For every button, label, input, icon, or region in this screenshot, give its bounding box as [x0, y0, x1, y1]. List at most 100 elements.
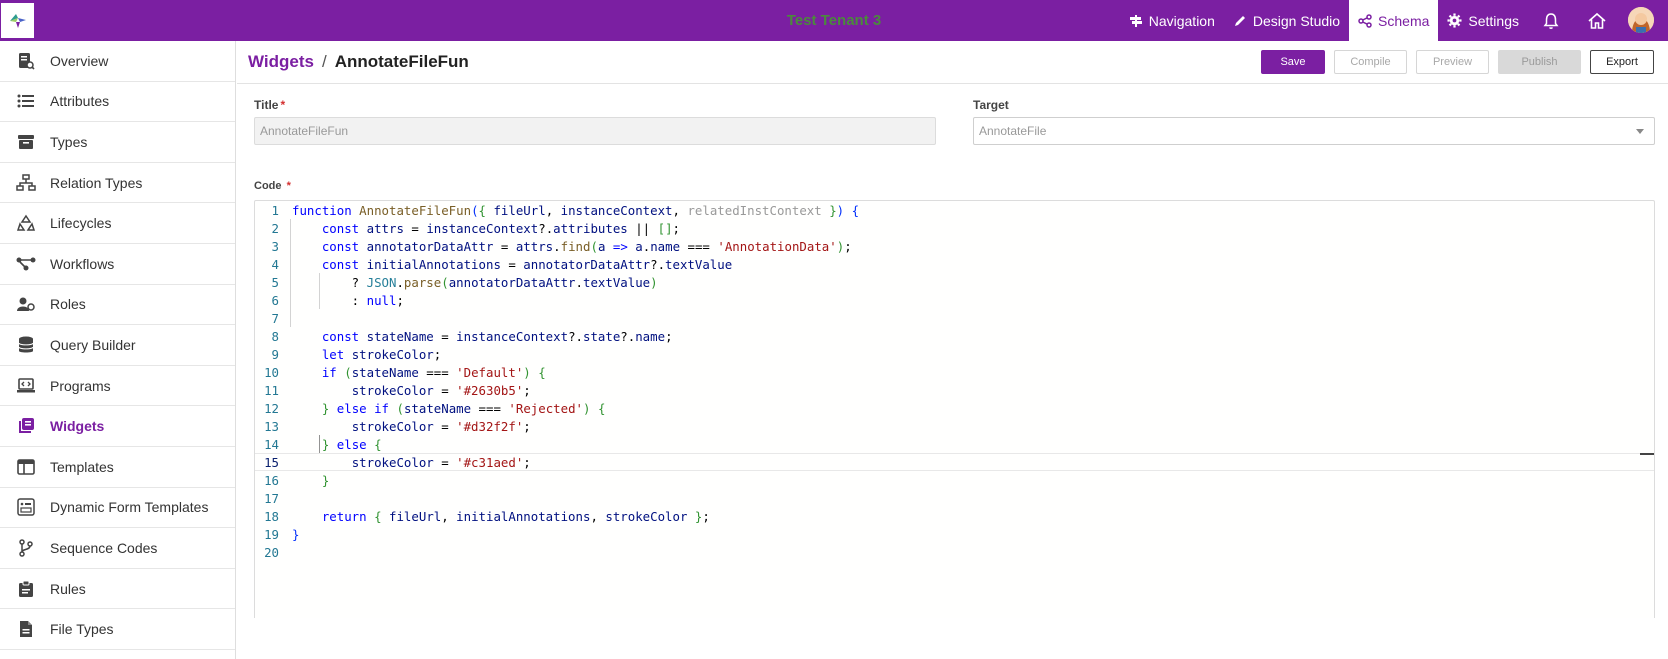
code-line: 4 const initialAnnotations = annotatorDa… — [271, 257, 733, 272]
overview-ruler-cursor — [1640, 453, 1654, 455]
code-line: 16 } — [264, 473, 330, 488]
target-label: Target — [973, 98, 1009, 112]
sidebar-item-dynamic-form-templates[interactable]: Dynamic Form Templates — [0, 488, 235, 529]
sidebar-item-templates[interactable]: Templates — [0, 447, 235, 488]
code-line: 17 — [264, 491, 279, 506]
file-icon — [16, 619, 36, 639]
page-header: Widgets / AnnotateFileFun Save Compile P… — [237, 41, 1668, 84]
sidebar-item-roles[interactable]: Roles — [0, 285, 235, 326]
code-editor[interactable]: 1 function AnnotateFileFun({ fileUrl, ins… — [254, 200, 1655, 618]
nav-schema-label: Schema — [1378, 12, 1430, 29]
nav-navigation-button[interactable]: Navigation — [1120, 0, 1224, 41]
sidebar-item-attributes[interactable]: Attributes — [0, 82, 235, 123]
home-icon — [1588, 12, 1606, 29]
sidebar-item-label: Relation Types — [50, 174, 143, 191]
signpost-icon — [1129, 14, 1142, 27]
compile-button[interactable]: Compile — [1334, 50, 1407, 74]
flow-icon — [16, 254, 36, 274]
code-line: 7 — [271, 311, 279, 326]
sidebar-item-label: Dynamic Form Templates — [50, 499, 209, 516]
code-line: 20 — [264, 545, 279, 560]
code-label: Code * — [254, 180, 291, 192]
code-line: 2 const attrs = instanceContext?.attribu… — [271, 221, 680, 236]
bell-icon — [1543, 12, 1559, 29]
target-select[interactable]: AnnotateFile — [973, 117, 1655, 145]
app-logo[interactable] — [1, 3, 34, 38]
chevron-down-icon[interactable] — [1636, 129, 1644, 134]
sidebar-item-widgets[interactable]: Widgets — [0, 406, 235, 447]
title-label-text: Title — [254, 98, 279, 112]
publish-button[interactable]: Publish — [1498, 50, 1581, 74]
preview-button[interactable]: Preview — [1416, 50, 1489, 74]
sidebar-item-workflows[interactable]: Workflows — [0, 244, 235, 285]
sidebar-item-types[interactable]: Types — [0, 122, 235, 163]
sidebar-item-overview[interactable]: Overview — [0, 41, 235, 82]
sidebar-item-label: File Types — [50, 621, 114, 638]
sidebar-item-label: Roles — [50, 296, 86, 313]
top-bar: Test Tenant 3 Navigation Design Studio S… — [0, 0, 1668, 41]
nav-settings-label: Settings — [1468, 12, 1519, 29]
sidebar-item-lifecycles[interactable]: Lifecycles — [0, 203, 235, 244]
sidebar-item-label: Types — [50, 133, 88, 150]
breadcrumb-separator: / — [321, 52, 327, 71]
sidebar-item-rules[interactable]: Rules — [0, 569, 235, 610]
nav-design-studio-button[interactable]: Design Studio — [1224, 0, 1349, 41]
sidebar-item-label: Overview — [50, 52, 109, 69]
sidebar-item-query-builder[interactable]: Query Builder — [0, 325, 235, 366]
code-line: 3 const annotatorDataAttr = attrs.find(a… — [271, 239, 852, 254]
notifications-button[interactable] — [1528, 0, 1574, 41]
header-actions: Save Compile Preview Publish Export — [1261, 50, 1654, 74]
sidebar: Overview Attributes Types Relation Types… — [0, 41, 236, 659]
required-mark: * — [280, 98, 286, 112]
form-icon — [16, 497, 36, 517]
sidebar-item-sequence-codes[interactable]: Sequence Codes — [0, 528, 235, 569]
sidebar-item-programs[interactable]: Programs — [0, 366, 235, 407]
code-line: 19} — [264, 527, 300, 542]
save-button[interactable]: Save — [1261, 50, 1325, 74]
target-value: AnnotateFile — [979, 124, 1047, 138]
sidebar-item-label: Lifecycles — [50, 215, 112, 232]
code-line: 14 } else { — [264, 437, 382, 452]
share-icon — [1358, 13, 1372, 28]
sidebar-item-label: Rules — [50, 580, 86, 597]
box-icon — [16, 132, 36, 152]
page-title: AnnotateFileFun — [334, 52, 469, 71]
pen-icon — [1234, 15, 1245, 26]
code-line: 12 } else if (stateName === 'Rejected') … — [264, 401, 606, 416]
nav-schema-button[interactable]: Schema — [1349, 0, 1439, 41]
nav-design-studio-label: Design Studio — [1252, 12, 1341, 29]
sidebar-item-label: Programs — [50, 377, 111, 394]
hierarchy-icon — [16, 173, 36, 193]
sidebar-item-label: Templates — [50, 458, 114, 475]
logo-icon — [9, 13, 26, 28]
document-search-icon — [16, 51, 36, 71]
main-content: Widgets / AnnotateFileFun Save Compile P… — [237, 41, 1668, 659]
breadcrumb-widgets-link[interactable]: Widgets — [248, 52, 314, 72]
code-line: 9 let strokeColor; — [271, 347, 442, 362]
sidebar-item-relation-types[interactable]: Relation Types — [0, 163, 235, 204]
code-line-current: 15 strokeColor = '#c31aed'; — [255, 453, 1654, 471]
home-button[interactable] — [1574, 0, 1620, 41]
user-avatar[interactable] — [1628, 7, 1654, 33]
sidebar-item-file-types[interactable]: File Types — [0, 609, 235, 650]
nav-navigation-label: Navigation — [1148, 12, 1215, 29]
recycle-icon — [16, 213, 36, 233]
code-label-text: Code — [254, 180, 282, 192]
database-icon — [16, 335, 36, 355]
code-line: 5 ? JSON.parse(annotatorDataAttr.textVal… — [271, 275, 658, 290]
code-line: 13 strokeColor = '#d32f2f'; — [264, 419, 531, 434]
nav-settings-button[interactable]: Settings — [1438, 0, 1528, 41]
title-label: Title * — [254, 98, 285, 112]
code-line: 1 function AnnotateFileFun({ fileUrl, ins… — [271, 203, 860, 218]
widgets-icon — [16, 416, 36, 436]
title-field[interactable]: AnnotateFileFun — [254, 117, 936, 145]
top-nav: Navigation Design Studio Schema Settings — [1120, 0, 1668, 41]
sidebar-item-label: Query Builder — [50, 336, 136, 353]
sidebar-item-label: Widgets — [50, 418, 105, 435]
required-mark: * — [286, 180, 291, 192]
clipboard-icon — [16, 579, 36, 599]
layout-icon — [16, 457, 36, 477]
export-button[interactable]: Export — [1590, 50, 1654, 74]
sidebar-item-label: Attributes — [50, 93, 110, 110]
sidebar-item-label: Workflows — [50, 255, 115, 272]
